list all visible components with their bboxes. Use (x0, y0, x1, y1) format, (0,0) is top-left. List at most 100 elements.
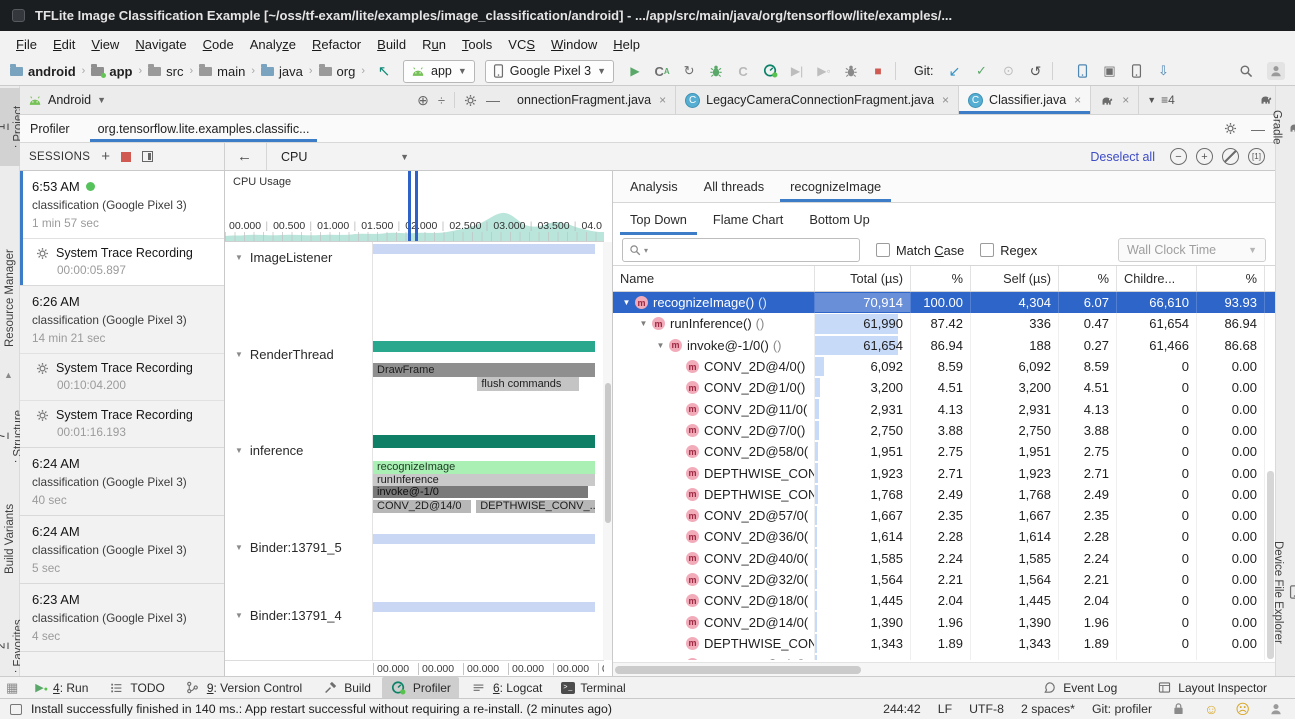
hidden-tabs-count[interactable]: ≡4 (1161, 93, 1175, 107)
tool-stripe-device-file-explorer[interactable]: Device File Explorer (1276, 522, 1295, 662)
search-input[interactable]: ▾ (622, 238, 860, 262)
trace-event-bar[interactable]: flush commands (477, 377, 579, 391)
session-item[interactable]: 6:24 AMclassification (Google Pixel 3)40… (20, 448, 224, 516)
column-header-3[interactable]: Self (µs) (971, 266, 1059, 291)
lock-icon[interactable] (1169, 700, 1187, 719)
threads-vertical-scrollbar[interactable] (603, 242, 612, 660)
tool-button-event-log[interactable]: Event Log (1032, 677, 1125, 699)
table-row[interactable]: mCONV_2D@11/0(2,9314.132,9314.1300.00 (613, 398, 1275, 419)
locate-icon[interactable]: ⊕ (417, 92, 429, 109)
gradle-elephant-icon[interactable] (1259, 93, 1273, 106)
thread-track[interactable] (372, 242, 595, 339)
menu-code[interactable]: Code (195, 34, 242, 55)
trace-event-bar[interactable] (373, 534, 595, 544)
debug-icon[interactable] (707, 62, 725, 81)
thread-track[interactable] (372, 600, 595, 660)
back-arrow-icon[interactable]: ↖ (375, 62, 393, 80)
debug-profileable-icon[interactable]: ▶◦ (815, 62, 833, 80)
attach-debugger-icon[interactable] (842, 62, 860, 81)
tab-recognizeimage[interactable]: recognizeImage (777, 171, 894, 202)
table-row[interactable]: mDEPTHWISE_CON1,3431.891,3431.8900.00 (613, 633, 1275, 654)
table-row[interactable]: mCONV_2D@1/0()3,2004.513,2004.5100.00 (613, 377, 1275, 398)
menu-edit[interactable]: Edit (45, 34, 83, 55)
trace-event-bar[interactable]: CONV_2D@14/0 (373, 500, 471, 513)
add-session-icon[interactable]: + (101, 149, 110, 164)
menu-refactor[interactable]: Refactor (304, 34, 369, 55)
menu-run[interactable]: Run (414, 34, 454, 55)
breadcrumb-src[interactable]: src (148, 64, 183, 79)
sync-icon[interactable]: ↻ (680, 62, 698, 80)
menu-file[interactable]: File (8, 34, 45, 55)
table-row[interactable]: mDEPTHWISE_CON1,9232.711,9232.7100.00 (613, 462, 1275, 483)
recording-item[interactable]: System Trace Recording00:01:16.193 (20, 400, 224, 447)
tab-all-threads[interactable]: All threads (691, 171, 777, 202)
hector-icon[interactable] (1267, 700, 1285, 719)
session-item[interactable]: 6:23 AMclassification (Google Pixel 3)4 … (20, 584, 224, 652)
table-row[interactable]: mCONV_2D@36/0(1,6142.281,6142.2800.00 (613, 526, 1275, 547)
recording-item[interactable]: System Trace Recording00:00:05.897 (20, 238, 224, 285)
status-item[interactable]: Git: profiler (1092, 702, 1152, 716)
session-item[interactable]: 6:26 AMclassification (Google Pixel 3)14… (20, 286, 224, 448)
view-tab-top-down[interactable]: Top Down (617, 203, 700, 235)
metric-dropdown[interactable]: CPU ▼ (281, 150, 409, 164)
git-commit-icon[interactable]: ✓ (972, 62, 990, 80)
table-horizontal-scrollbar[interactable] (613, 662, 1276, 676)
tool-button-layout-inspector[interactable]: Layout Inspector (1147, 677, 1275, 699)
thread-name[interactable]: ▼ImageListener (235, 250, 332, 265)
column-header-4[interactable]: % (1059, 266, 1117, 291)
apply-changes-icon[interactable]: CA (653, 62, 671, 80)
breadcrumb-app[interactable]: app (91, 64, 132, 79)
table-row[interactable]: ▼minvoke@-1/0()()61,65486.941880.2761,46… (613, 335, 1275, 356)
gear-icon[interactable] (464, 94, 477, 107)
tool-window-switcher-icon[interactable]: ▦ (6, 680, 18, 696)
profiler-session-tab[interactable]: org.tensorflow.lite.examples.classific..… (90, 115, 318, 142)
tool-stripe-resource-manager[interactable]: Resource Manager (0, 242, 20, 354)
status-item[interactable]: LF (938, 702, 952, 716)
trace-event-bar[interactable]: recognizeImage (373, 461, 595, 474)
zoom-out-icon[interactable]: − (1170, 148, 1187, 165)
table-row[interactable]: mCONV_2D@57/0(1,6672.351,6672.3500.00 (613, 505, 1275, 526)
column-header-5[interactable]: Childre... (1117, 266, 1197, 291)
collapse-all-icon[interactable]: ÷ (438, 93, 445, 108)
editor-tab-onnectionFragment.java[interactable]: onnectionFragment.java× (508, 86, 676, 114)
trace-event-bar[interactable]: runInference (373, 474, 595, 486)
status-item[interactable]: 244:42 (883, 702, 921, 716)
column-header-1[interactable]: Total (µs) (815, 266, 911, 291)
selection-start-line[interactable] (408, 171, 411, 241)
zoom-to-selection-icon[interactable]: [1] (1248, 148, 1265, 165)
trace-event-bar[interactable] (373, 244, 595, 254)
collapse-triangle-icon[interactable]: ▼ (235, 446, 243, 455)
collapse-triangle-icon[interactable]: ▼ (235, 543, 243, 552)
back-icon[interactable]: ← (237, 148, 252, 165)
thread-track[interactable]: recognizeImagerunInferenceinvoke@-1/0 CON… (372, 435, 595, 532)
thread-name[interactable]: ▼inference (235, 443, 303, 458)
recording-item[interactable]: System Trace Recording00:10:04.200 (20, 353, 224, 400)
trace-event-bar[interactable]: invoke@-1/0 (373, 486, 588, 498)
breadcrumb-main[interactable]: main (199, 64, 245, 79)
tool-button-build[interactable]: Build (313, 677, 379, 699)
hide-profiler-icon[interactable]: — (1251, 121, 1265, 137)
tool-button-profiler[interactable]: Profiler (382, 677, 459, 699)
trace-event-bar[interactable] (373, 602, 595, 612)
view-tab-flame-chart[interactable]: Flame Chart (700, 203, 796, 235)
expand-triangle-icon[interactable]: ▼ (638, 319, 649, 328)
git-history-icon[interactable]: ⊙ (999, 62, 1017, 80)
breadcrumb-java[interactable]: java (261, 64, 303, 79)
menu-window[interactable]: Window (543, 34, 605, 55)
menu-vcs[interactable]: VCS (500, 34, 543, 55)
table-row[interactable]: mCONV_2D@4/0()6,0928.596,0928.5900.00 (613, 356, 1275, 377)
thread-name[interactable]: ▼RenderThread (235, 347, 334, 362)
search-everywhere-icon[interactable] (1237, 62, 1255, 81)
stop-session-icon[interactable] (121, 152, 131, 162)
profile-icon[interactable] (761, 61, 779, 81)
collapse-triangle-icon[interactable]: ▼ (235, 611, 243, 620)
table-row[interactable]: mCONV_2D@14/0(1,3901.961,3901.9600.00 (613, 611, 1275, 632)
status-item[interactable]: UTF-8 (969, 702, 1004, 716)
hide-panel-icon[interactable]: — (486, 92, 500, 108)
zoom-in-icon[interactable]: + (1196, 148, 1213, 165)
breadcrumb-android[interactable]: android (10, 64, 76, 79)
tool-button-todo[interactable]: TODO (99, 677, 172, 699)
thread-name[interactable]: ▼Binder:13791_5 (235, 540, 342, 555)
trace-event-bar[interactable]: DEPTHWISE_CONV_... (476, 500, 595, 513)
trace-event-bar[interactable] (373, 341, 595, 352)
